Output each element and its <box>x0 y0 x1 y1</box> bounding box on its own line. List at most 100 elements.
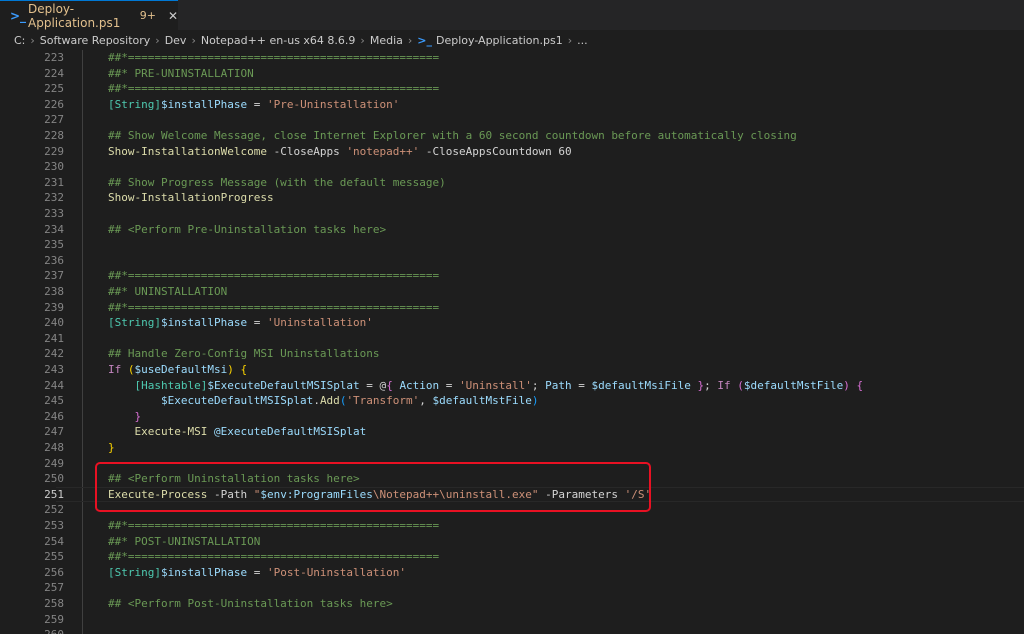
code-token: $defaultMstFile <box>432 394 532 408</box>
code-line[interactable]: 256 [String]$installPhase = 'Post-Uninsta… <box>0 565 1024 581</box>
line-number: 251 <box>44 487 64 501</box>
code-token: -CloseApps <box>266 144 347 158</box>
line-number: 225 <box>44 82 64 96</box>
code-text: ## Show Progress Message (with the defau… <box>108 175 446 191</box>
code-token: Path <box>545 378 572 392</box>
line-number: 244 <box>44 378 64 392</box>
code-token: ## Show Welcome Message, close Internet … <box>108 129 797 142</box>
code-token: $useDefaultMsi <box>134 363 228 376</box>
code-text: } <box>108 440 115 456</box>
code-line[interactable]: 241 <box>0 331 1024 347</box>
code-line[interactable]: 230 <box>0 159 1024 175</box>
code-token: [String] <box>108 565 161 579</box>
code-line[interactable]: 253 ##*==================================… <box>0 518 1024 534</box>
code-line[interactable]: 231 ## Show Progress Message (with the de… <box>0 175 1024 191</box>
line-number: 238 <box>44 285 64 298</box>
line-number: 253 <box>44 519 64 532</box>
code-token: } <box>134 409 142 423</box>
code-token: ##* PRE-UNINSTALLATION <box>108 66 254 80</box>
code-editor[interactable]: 223 ##*==================================… <box>0 50 1024 634</box>
code-line[interactable]: 239 ##*==================================… <box>0 300 1024 316</box>
tab-deploy-application[interactable]: >_ Deploy-Application.ps1 9+ ✕ <box>0 0 178 30</box>
code-token: Add <box>319 394 340 408</box>
breadcrumb-software-repository[interactable]: Software Repository <box>40 34 150 47</box>
code-token: $installPhase <box>160 565 248 579</box>
code-line[interactable]: 245 $ExecuteDefaultMSISplat.Add('Transfo… <box>0 393 1024 409</box>
code-token: ) <box>843 378 850 392</box>
line-number: 232 <box>44 191 64 205</box>
line-number: 245 <box>44 394 64 408</box>
breadcrumb-media[interactable]: Media <box>370 34 403 47</box>
tab-label: Deploy-Application.ps1 <box>28 1 121 30</box>
code-token: Execute-MSI <box>134 425 208 439</box>
code-text: ##*=====================================… <box>108 518 439 534</box>
code-line[interactable]: 226 [String]$installPhase = 'Pre-Uninstal… <box>0 97 1024 113</box>
code-line[interactable]: 224 ##* PRE-UNINSTALLATION <box>0 66 1024 82</box>
code-line[interactable]: 228 ## Show Welcome Message, close Intern… <box>0 128 1024 144</box>
line-number: 231 <box>44 175 64 189</box>
breadcrumb-symbols[interactable]: ... <box>577 34 588 47</box>
code-token: ##*=====================================… <box>108 51 440 64</box>
code-line[interactable]: 234 ## <Perform Pre-Uninstallation tasks … <box>0 222 1024 238</box>
close-icon[interactable]: ✕ <box>168 9 178 23</box>
line-number: 254 <box>44 534 64 548</box>
code-line[interactable]: 260 <box>0 627 1024 634</box>
line-number: 255 <box>44 550 64 564</box>
code-token: ## Handle Zero-Config MSI Uninstallation… <box>108 347 380 361</box>
code-token: = <box>247 97 267 111</box>
code-line[interactable]: 240 [String]$installPhase = 'Uninstallati… <box>0 315 1024 331</box>
code-line[interactable]: 238 ##* UNINSTALLATION <box>0 284 1024 300</box>
code-line[interactable]: 225 ##*==================================… <box>0 81 1024 97</box>
code-line[interactable]: 244 [Hashtable]$ExecuteDefaultMSISplat =… <box>0 378 1024 394</box>
code-line[interactable]: 255 ##*==================================… <box>0 549 1024 565</box>
code-text: Show-InstallationProgress <box>108 190 274 206</box>
code-line[interactable]: 257 <box>0 580 1024 596</box>
line-number: 229 <box>44 144 64 158</box>
code-line[interactable]: 223 ##*==================================… <box>0 50 1024 66</box>
code-token: ##* POST-UNINSTALLATION <box>108 534 261 548</box>
code-line[interactable]: 259 <box>0 612 1024 628</box>
breadcrumb-drive[interactable]: C: <box>14 34 25 47</box>
code-line[interactable]: 248} <box>0 440 1024 456</box>
line-number: 257 <box>44 581 64 595</box>
code-token: { <box>856 378 864 392</box>
breadcrumb-notepad-folder[interactable]: Notepad++ en-us x64 8.6.9 <box>201 34 356 47</box>
line-number: 259 <box>44 612 64 626</box>
line-number: 239 <box>44 300 64 314</box>
code-line[interactable]: 233 <box>0 206 1024 222</box>
code-line[interactable]: 258 ## <Perform Post-Uninstallation tasks… <box>0 596 1024 612</box>
code-token: ( <box>737 378 744 392</box>
code-line[interactable]: 246 } <box>0 409 1024 425</box>
problems-badge: 9+ <box>139 9 156 22</box>
code-token: ##* UNINSTALLATION <box>108 285 228 298</box>
code-line[interactable]: 227 <box>0 112 1024 128</box>
code-token: ) <box>531 394 539 408</box>
code-token: [String] <box>108 97 161 111</box>
code-text: Show-InstallationWelcome -CloseApps 'not… <box>108 144 572 160</box>
code-token: ##*=====================================… <box>108 269 440 283</box>
code-token: [String] <box>108 316 161 330</box>
breadcrumb: C: › Software Repository › Dev › Notepad… <box>0 30 1024 50</box>
line-number: 233 <box>44 207 64 220</box>
code-text: ##*=====================================… <box>108 300 439 316</box>
code-line[interactable]: 237 ##*==================================… <box>0 268 1024 284</box>
code-token: ##*=====================================… <box>108 519 440 532</box>
code-line[interactable]: 247 Execute-MSI @ExecuteDefaultMSISplat <box>0 424 1024 440</box>
code-token: 'Uninstallation' <box>266 316 373 330</box>
code-line[interactable]: 235 <box>0 237 1024 253</box>
chevron-right-icon: › <box>30 33 35 47</box>
breadcrumb-file[interactable]: Deploy-Application.ps1 <box>436 34 563 47</box>
code-token: } <box>108 441 115 454</box>
code-line[interactable]: 232 Show-InstallationProgress <box>0 190 1024 206</box>
code-line[interactable]: 229 Show-InstallationWelcome -CloseApps '… <box>0 144 1024 160</box>
code-line[interactable]: 254 ##* POST-UNINSTALLATION <box>0 534 1024 550</box>
code-line[interactable]: 242 ## Handle Zero-Config MSI Uninstallat… <box>0 346 1024 362</box>
chevron-right-icon: › <box>155 33 160 47</box>
code-line[interactable]: 236 <box>0 253 1024 269</box>
line-number: 252 <box>44 503 64 517</box>
breadcrumb-dev[interactable]: Dev <box>165 34 187 47</box>
code-line[interactable]: 243 If ($useDefaultMsi) { <box>0 362 1024 378</box>
line-number: 227 <box>44 113 64 127</box>
